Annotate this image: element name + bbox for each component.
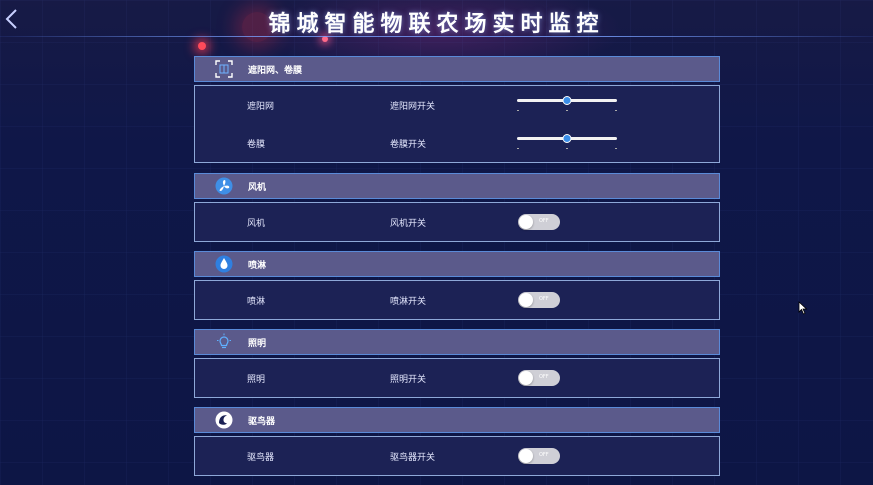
sprinkler-toggle[interactable]: OFF xyxy=(518,292,560,308)
section-shade-film: 遮阳网、卷膜 遮阳网 遮阳网开关 卷膜 卷膜开关 xyxy=(194,56,720,163)
section-title: 遮阳网、卷膜 xyxy=(248,66,303,76)
section-title: 风机 xyxy=(248,183,267,193)
switch-label: 驱鸟器开关 xyxy=(390,453,436,463)
control-row: 照明 照明开关 OFF xyxy=(195,359,719,397)
device-name: 喷淋 xyxy=(247,297,266,307)
section-body: 喷淋 喷淋开关 OFF xyxy=(194,280,720,320)
lighting-toggle[interactable]: OFF xyxy=(518,370,560,386)
page-title: 锦城智能物联农场实时监控 xyxy=(268,12,605,37)
control-row: 驱鸟器 驱鸟器开关 OFF xyxy=(195,437,719,475)
control-row: 风机 风机开关 OFF xyxy=(195,203,719,241)
water-drop-icon xyxy=(215,255,233,273)
header: 锦城智能物联农场实时监控 xyxy=(0,0,873,40)
slider-tick xyxy=(615,148,617,149)
device-name: 驱鸟器 xyxy=(247,453,275,463)
switch-label: 喷淋开关 xyxy=(390,297,427,307)
light-bulb-icon xyxy=(217,333,231,349)
section-title: 喷淋 xyxy=(248,261,267,271)
toggle-state: OFF xyxy=(539,452,549,458)
section-lighting: 照明 照明 照明开关 OFF xyxy=(194,329,720,398)
slider-tick xyxy=(615,110,617,111)
toggle-knob xyxy=(519,449,533,463)
mouse-pointer-icon xyxy=(798,301,808,315)
toggle-state: OFF xyxy=(539,218,549,224)
section-fan: 风机 风机 风机开关 OFF xyxy=(194,173,720,242)
device-name: 照明 xyxy=(247,375,266,385)
slider-thumb[interactable] xyxy=(562,96,572,105)
section-body: 照明 照明开关 OFF xyxy=(194,358,720,398)
section-bird-repeller: 驱鸟器 驱鸟器 驱鸟器开关 OFF xyxy=(194,407,720,476)
switch-label: 风机开关 xyxy=(390,219,427,229)
section-sprinkler: 喷淋 喷淋 喷淋开关 OFF xyxy=(194,251,720,320)
toggle-state: OFF xyxy=(539,374,549,380)
toggle-knob xyxy=(519,371,533,385)
scan-frame-icon xyxy=(215,60,233,78)
film-slider[interactable] xyxy=(517,134,617,150)
control-row: 遮阳网 遮阳网开关 xyxy=(195,86,719,124)
section-header: 遮阳网、卷膜 xyxy=(194,56,720,82)
switch-label: 卷膜开关 xyxy=(390,140,427,150)
section-header: 驱鸟器 xyxy=(194,407,720,433)
switch-label: 遮阳网开关 xyxy=(390,102,436,112)
section-title: 照明 xyxy=(248,339,267,349)
switch-label: 照明开关 xyxy=(390,375,427,385)
control-row: 喷淋 喷淋开关 OFF xyxy=(195,281,719,319)
device-name: 卷膜 xyxy=(247,140,266,150)
section-title: 驱鸟器 xyxy=(248,417,276,427)
shade-net-slider[interactable] xyxy=(517,96,617,112)
section-header: 喷淋 xyxy=(194,251,720,277)
device-name: 遮阳网 xyxy=(247,102,275,112)
fan-icon xyxy=(215,177,233,195)
toggle-knob xyxy=(519,215,533,229)
slider-tick xyxy=(517,110,519,111)
section-header: 照明 xyxy=(194,329,720,355)
background-glow xyxy=(198,42,206,50)
section-header: 风机 xyxy=(194,173,720,199)
slider-tick xyxy=(517,148,519,149)
slider-thumb[interactable] xyxy=(562,134,572,143)
slider-tick xyxy=(566,110,568,111)
bird-repeller-icon xyxy=(215,411,233,429)
fan-toggle[interactable]: OFF xyxy=(518,214,560,230)
section-body: 遮阳网 遮阳网开关 卷膜 卷膜开关 xyxy=(194,85,720,163)
device-name: 风机 xyxy=(247,219,266,229)
section-body: 风机 风机开关 OFF xyxy=(194,202,720,242)
section-body: 驱鸟器 驱鸟器开关 OFF xyxy=(194,436,720,476)
slider-tick xyxy=(566,148,568,149)
toggle-knob xyxy=(519,293,533,307)
control-row: 卷膜 卷膜开关 xyxy=(195,124,719,162)
bird-repeller-toggle[interactable]: OFF xyxy=(518,448,560,464)
toggle-state: OFF xyxy=(539,296,549,302)
